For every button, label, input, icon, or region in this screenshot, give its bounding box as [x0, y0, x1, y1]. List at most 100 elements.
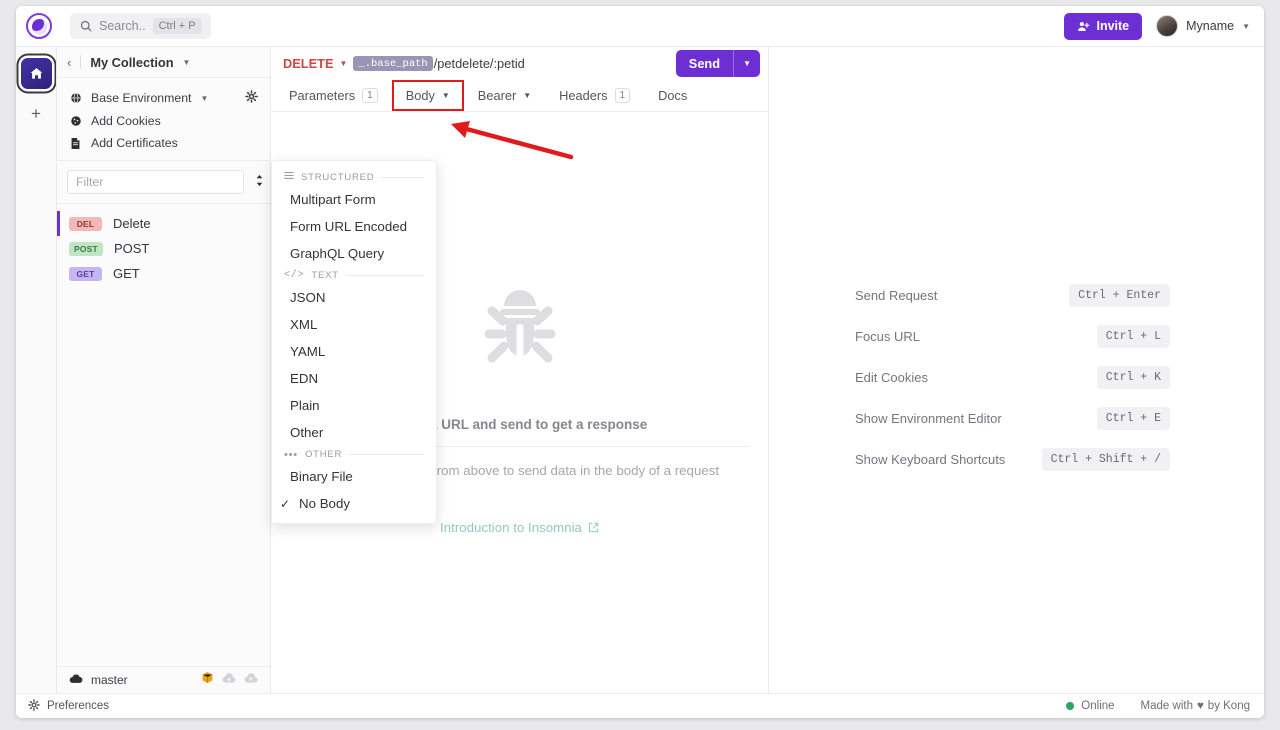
tab-label: Bearer	[477, 88, 517, 103]
home-icon	[30, 68, 42, 79]
icon-rail: +	[16, 46, 56, 693]
insomnia-logo-icon	[26, 13, 52, 39]
status-dot-icon	[1066, 702, 1075, 710]
back-icon[interactable]: ‹	[67, 55, 71, 70]
sidebar-item-base-environment[interactable]: Base Environment ▼	[57, 86, 270, 110]
shortcut-keys: Ctrl + K	[1096, 366, 1170, 389]
invite-button[interactable]: Invite	[1064, 12, 1143, 40]
url-template-tag: _.base_path	[353, 56, 433, 71]
menu-item-form-url-encoded[interactable]: Form URL Encoded	[272, 213, 436, 240]
keyboard-shortcuts-list: Send Request Ctrl + Enter Focus URL Ctrl…	[855, 284, 1170, 471]
user-menu[interactable]: Myname ▼	[1156, 15, 1250, 37]
menu-item-label: Multipart Form	[290, 192, 376, 207]
gear-icon[interactable]	[245, 90, 258, 106]
branch-name[interactable]: master	[91, 673, 128, 687]
add-workspace-button[interactable]: +	[31, 105, 41, 122]
status-badge: Online	[1081, 700, 1115, 712]
cloud-download-icon[interactable]	[222, 671, 236, 689]
shortcut-label: Edit Cookies	[855, 370, 928, 385]
list-item[interactable]: GET GET	[57, 261, 270, 286]
made-with-suffix: by Kong	[1207, 700, 1250, 712]
request-name: POST	[113, 241, 150, 256]
request-method-badge: POST	[69, 241, 103, 256]
user-name: Myname	[1186, 19, 1235, 33]
send-options-icon[interactable]: ▼	[734, 50, 760, 77]
sidebar-footer: master	[57, 666, 270, 693]
menu-item-label: Other	[290, 425, 324, 440]
external-link-icon	[588, 522, 599, 533]
chevron-down-icon: ▼	[1242, 21, 1250, 31]
cloud-upload-icon[interactable]	[244, 671, 258, 689]
url-input[interactable]: _.base_path /petdelete/:petid	[353, 56, 525, 71]
menu-item-edn[interactable]: EDN	[272, 365, 436, 392]
chevron-down-icon[interactable]: ▼	[200, 94, 208, 103]
sidebar-item-add-certificates[interactable]: Add Certificates	[57, 132, 270, 154]
chevron-down-icon[interactable]: ▼	[183, 58, 191, 67]
menu-section-title: STRUCTURED	[301, 171, 375, 183]
tab-badge: 1	[362, 88, 378, 103]
ellipsis-icon: •••	[284, 448, 298, 461]
method-selector[interactable]: DELETE ▼	[283, 56, 347, 71]
sort-icon[interactable]	[254, 174, 265, 190]
search-input[interactable]: Search.. Ctrl + P	[70, 13, 211, 39]
request-method-badge: DEL	[69, 216, 102, 231]
menu-section-header: ••• OTHER	[272, 446, 436, 463]
home-button[interactable]	[20, 58, 52, 89]
branch-icon	[69, 671, 83, 689]
menu-item-yaml[interactable]: YAML	[272, 338, 436, 365]
list-item[interactable]: POST POST	[57, 236, 270, 261]
preferences-button[interactable]: Preferences	[28, 698, 110, 714]
menu-section-header: </> TEXT	[272, 267, 436, 284]
base-environment-label: Base Environment	[91, 91, 192, 105]
shortcut-keys: Ctrl + L	[1096, 325, 1170, 348]
tab-body[interactable]: Body ▼	[391, 80, 464, 111]
certificate-icon	[69, 137, 82, 150]
environment-section: Base Environment ▼ Add Cookies Add Certi…	[57, 78, 270, 161]
tab-docs[interactable]: Docs	[644, 80, 701, 111]
status-bar-right: Online Made with ♥ by Kong	[1066, 700, 1250, 712]
package-icon[interactable]	[201, 671, 214, 689]
sidebar-header: ‹ My Collection ▼	[57, 47, 270, 78]
response-pane: Send Request Ctrl + Enter Focus URL Ctrl…	[769, 46, 1264, 693]
tab-label: Body	[405, 88, 435, 103]
preferences-label: Preferences	[47, 700, 110, 712]
main-row: + ‹ My Collection ▼ Base Environment ▼ A…	[16, 46, 1264, 693]
tab-parameters[interactable]: Parameters 1	[275, 80, 392, 111]
tab-headers[interactable]: Headers 1	[545, 80, 644, 111]
menu-item-label: Form URL Encoded	[290, 219, 408, 234]
sidebar-filter-row	[57, 161, 287, 204]
tab-bearer[interactable]: Bearer ▼	[464, 80, 545, 111]
shortcut-keys: Ctrl + Enter	[1069, 284, 1170, 307]
menu-item-json[interactable]: JSON	[272, 284, 436, 311]
menu-item-plain[interactable]: Plain	[272, 392, 436, 419]
menu-section-title: OTHER	[304, 449, 343, 460]
menu-item-binary-file[interactable]: Binary File	[272, 463, 436, 490]
menu-item-label: YAML	[290, 344, 326, 359]
method-label: DELETE	[283, 56, 334, 71]
sidebar-item-add-cookies[interactable]: Add Cookies	[57, 110, 270, 132]
menu-item-label: GraphQL Query	[290, 246, 385, 261]
shortcut-row: Show Keyboard Shortcuts Ctrl + Shift + /	[855, 448, 1170, 471]
filter-input[interactable]	[67, 170, 244, 194]
menu-item-graphql-query[interactable]: GraphQL Query	[272, 240, 436, 267]
body-type-dropdown: STRUCTURED Multipart Form Form URL Encod…	[271, 160, 437, 524]
cookie-icon	[69, 115, 82, 127]
avatar	[1156, 15, 1179, 37]
shortcut-keys: Ctrl + E	[1096, 407, 1170, 430]
menu-item-other[interactable]: Other	[272, 419, 436, 446]
chevron-down-icon: ▼	[441, 91, 450, 100]
introduction-link[interactable]: Introduction to Insomnia	[440, 520, 599, 535]
code-icon: </>	[284, 270, 305, 281]
send-button[interactable]: Send	[676, 50, 733, 77]
heart-icon: ♥	[1196, 700, 1204, 712]
menu-item-xml[interactable]: XML	[272, 311, 436, 338]
request-pane: DELETE ▼ _.base_path /petdelete/:petid S…	[271, 46, 769, 693]
list-item[interactable]: DEL Delete	[57, 211, 270, 236]
shortcut-label: Show Environment Editor	[855, 411, 1002, 426]
shortcut-label: Show Keyboard Shortcuts	[855, 452, 1006, 467]
tab-label: Parameters	[289, 88, 356, 103]
request-method-badge: GET	[69, 266, 102, 281]
invite-button-label: Invite	[1096, 19, 1130, 33]
menu-item-no-body[interactable]: ✓ No Body	[272, 490, 436, 517]
menu-item-multipart-form[interactable]: Multipart Form	[272, 186, 436, 213]
